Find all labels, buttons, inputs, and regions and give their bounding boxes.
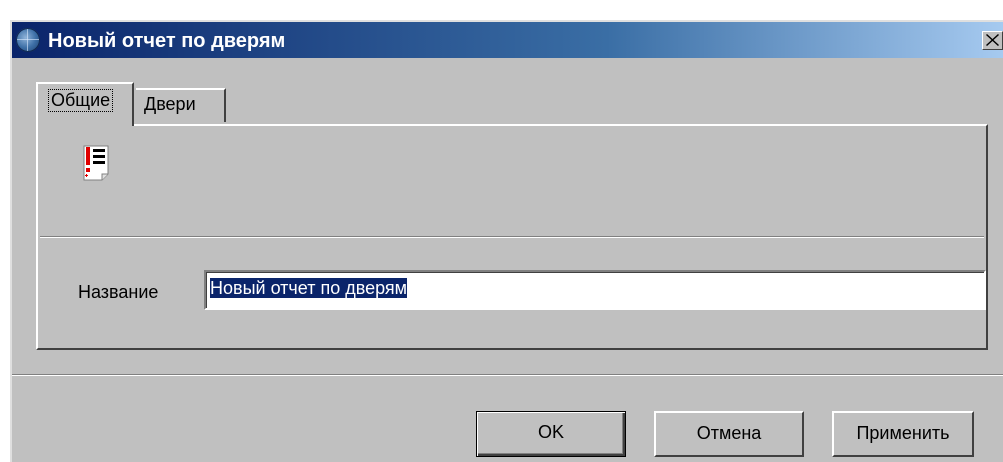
tab-general-label: Общие <box>48 89 114 112</box>
close-button[interactable] <box>982 31 1003 50</box>
tab-doors-label: Двери <box>144 94 196 114</box>
window-title: Новый отчет по дверям <box>48 30 286 52</box>
panel-divider <box>40 236 984 238</box>
title-bar[interactable]: Новый отчет по дверям <box>12 22 1003 58</box>
cancel-button[interactable]: Отмена <box>654 411 804 457</box>
name-input-value: Новый отчет по дверям <box>210 278 408 298</box>
name-input[interactable]: Новый отчет по дверям <box>204 270 986 310</box>
report-dialog: Новый отчет по дверям Общие Двери Назван… <box>10 20 1003 462</box>
tab-panel-general: Название Новый отчет по дверям <box>36 124 988 350</box>
report-list-icon <box>83 145 109 181</box>
tab-doors[interactable]: Двери <box>136 88 226 122</box>
close-icon <box>986 34 999 46</box>
name-label: Название <box>78 282 159 302</box>
ok-button[interactable]: OK <box>476 411 626 457</box>
apply-button[interactable]: Применить <box>832 411 974 457</box>
globe-icon <box>16 28 40 52</box>
dialog-divider <box>12 374 1003 376</box>
tab-general[interactable]: Общие <box>36 82 134 126</box>
